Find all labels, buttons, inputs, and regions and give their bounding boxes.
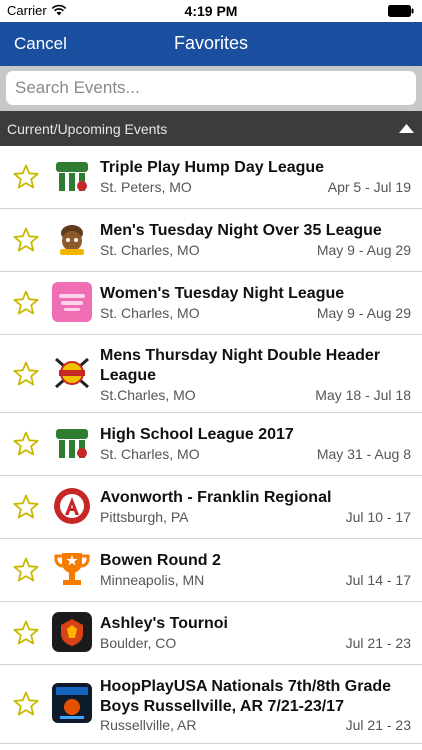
event-location: Minneapolis, MN <box>100 572 205 588</box>
event-row[interactable]: Ashley's Tournoi Boulder, CO Jul 21 - 23 <box>0 602 422 665</box>
event-location: Boulder, CO <box>100 635 177 651</box>
event-name: Women's Tuesday Night League <box>100 285 345 302</box>
avonworth-a-logo <box>52 486 92 526</box>
event-dates: Jul 21 - 23 <box>345 717 411 733</box>
event-location: St.Charles, MO <box>100 387 196 403</box>
star-outline-icon[interactable] <box>13 227 39 253</box>
section-header[interactable]: Current/Upcoming Events <box>0 111 422 146</box>
event-row[interactable]: HoopPlayUSA Nationals 7th/8th Grade Boys… <box>0 665 422 744</box>
clock: 4:19 PM <box>184 3 238 19</box>
status-bar: Carrier 4:19 PM <box>0 0 422 22</box>
event-name: High School League 2017 <box>100 426 294 443</box>
event-row[interactable]: Avonworth - Franklin Regional Pittsburgh… <box>0 476 422 539</box>
event-name: Bowen Round 2 <box>100 552 221 569</box>
page-title: Favorites <box>173 33 249 53</box>
event-name: Ashley's Tournoi <box>100 615 228 632</box>
navigation-bar: Cancel Favorites <box>0 22 422 66</box>
event-row[interactable]: Triple Play Hump Day League St. Peters, … <box>0 146 422 209</box>
hoopplay-logo <box>52 683 92 723</box>
event-dates: May 18 - Jul 18 <box>315 387 411 403</box>
event-name: HoopPlayUSA Nationals 7th/8th Grade Boys… <box>100 678 392 715</box>
event-location: St. Peters, MO <box>100 179 192 195</box>
star-outline-icon[interactable] <box>13 164 39 190</box>
event-row[interactable]: Mens Thursday Night Double Header League… <box>0 335 422 413</box>
star-outline-icon[interactable] <box>13 691 39 717</box>
event-location: St. Charles, MO <box>100 305 200 321</box>
section-title: Current/Upcoming Events <box>7 121 168 137</box>
event-name: Men's Tuesday Night Over 35 League <box>100 222 382 239</box>
trophy-logo <box>52 549 92 589</box>
star-outline-icon[interactable] <box>13 494 39 520</box>
green-league-logo <box>52 423 92 463</box>
softball-logo <box>52 353 92 393</box>
battery-icon <box>388 5 414 17</box>
event-name: Mens Thursday Night Double Header League <box>100 347 381 384</box>
dark-app-logo <box>52 612 92 652</box>
event-dates: May 31 - Aug 8 <box>316 446 411 462</box>
event-location: St. Charles, MO <box>100 242 200 258</box>
event-location: St. Charles, MO <box>100 446 200 462</box>
event-dates: May 9 - Aug 29 <box>316 305 411 321</box>
event-dates: Jul 21 - 23 <box>345 635 411 651</box>
event-row[interactable]: Bowen Round 2 Minneapolis, MN Jul 14 - 1… <box>0 539 422 602</box>
event-dates: Jul 10 - 17 <box>345 509 411 525</box>
event-list: Triple Play Hump Day League St. Peters, … <box>0 146 422 744</box>
star-outline-icon[interactable] <box>13 431 39 457</box>
star-outline-icon[interactable] <box>13 557 39 583</box>
event-location: Russellville, AR <box>100 717 197 733</box>
star-outline-icon[interactable] <box>13 290 39 316</box>
event-name: Triple Play Hump Day League <box>100 159 325 176</box>
event-row[interactable]: Women's Tuesday Night League St. Charles… <box>0 272 422 335</box>
mascot-logo <box>52 219 92 259</box>
event-row[interactable]: Men's Tuesday Night Over 35 League St. C… <box>0 209 422 272</box>
green-league-logo <box>52 156 92 196</box>
search-input[interactable] <box>6 71 416 105</box>
star-outline-icon[interactable] <box>13 620 39 646</box>
chevron-up-icon[interactable] <box>399 123 414 133</box>
event-dates: Jul 14 - 17 <box>345 572 411 588</box>
event-dates: Apr 5 - Jul 19 <box>327 179 411 195</box>
pink-logo <box>52 282 92 322</box>
event-name: Avonworth - Franklin Regional <box>100 489 332 506</box>
star-outline-icon[interactable] <box>13 361 39 387</box>
search-bar <box>0 66 422 111</box>
event-row[interactable]: High School League 2017 St. Charles, MO … <box>0 413 422 476</box>
event-dates: May 9 - Aug 29 <box>316 242 411 258</box>
event-location: Pittsburgh, PA <box>100 509 189 525</box>
